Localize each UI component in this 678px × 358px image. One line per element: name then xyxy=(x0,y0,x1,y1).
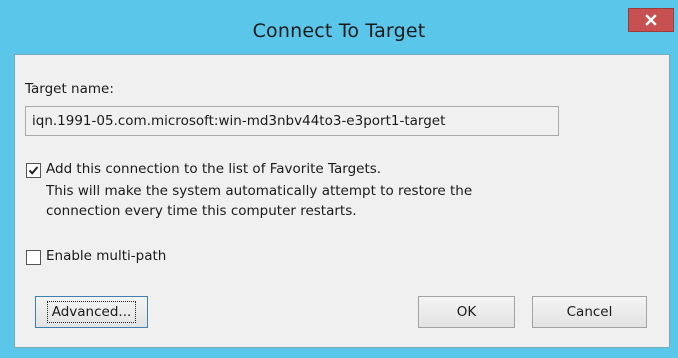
favorite-targets-description-line1: This will make the system automatically … xyxy=(46,183,473,199)
dialog-title: Connect To Target xyxy=(252,20,426,42)
target-name-label: Target name: xyxy=(25,81,114,97)
advanced-button-label: Advanced... xyxy=(46,301,137,323)
advanced-button[interactable]: Advanced... xyxy=(35,296,148,328)
cancel-button-label: Cancel xyxy=(566,304,613,320)
multi-path-label[interactable]: Enable multi-path xyxy=(46,248,166,264)
connect-to-target-dialog: Connect To Target Target name: iqn.1991-… xyxy=(0,0,678,358)
ok-button[interactable]: OK xyxy=(418,296,515,328)
multi-path-checkbox[interactable] xyxy=(26,250,41,265)
checkmark-icon xyxy=(28,166,39,175)
ok-button-label: OK xyxy=(456,304,477,320)
close-icon xyxy=(645,14,657,26)
favorite-targets-description-line2: connection every time this computer rest… xyxy=(46,203,357,219)
cancel-button[interactable]: Cancel xyxy=(532,296,647,328)
favorite-targets-checkbox[interactable] xyxy=(26,163,41,178)
dialog-body: Target name: iqn.1991-05.com.microsoft:w… xyxy=(14,54,670,348)
target-name-field[interactable]: iqn.1991-05.com.microsoft:win-md3nbv44to… xyxy=(25,106,559,136)
close-button[interactable] xyxy=(628,8,674,32)
favorite-targets-label[interactable]: Add this connection to the list of Favor… xyxy=(46,161,381,177)
title-bar[interactable]: Connect To Target xyxy=(2,2,676,54)
